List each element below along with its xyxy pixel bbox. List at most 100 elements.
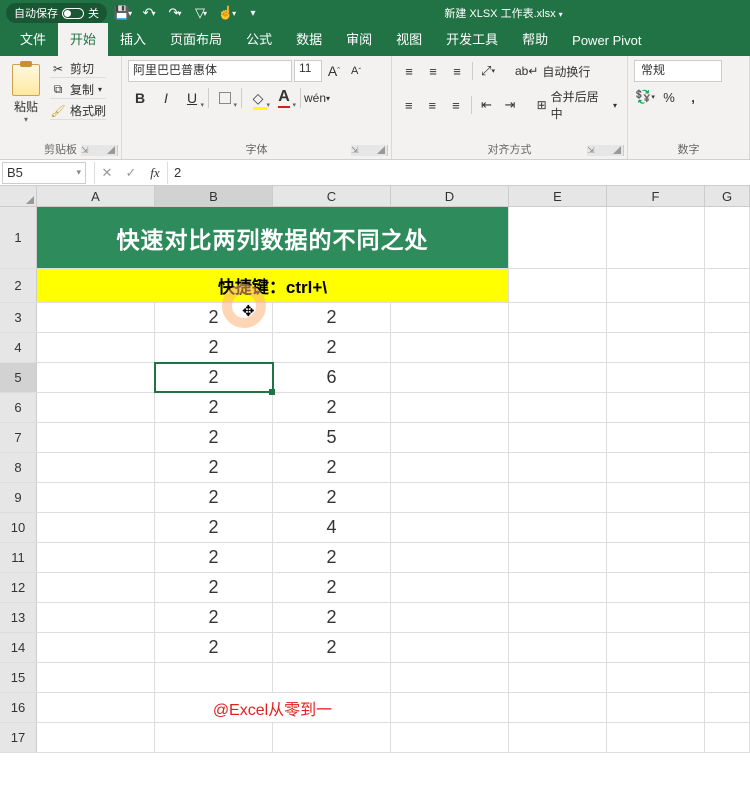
cell[interactable] bbox=[509, 423, 607, 452]
tab-home[interactable]: 开始 bbox=[58, 23, 108, 56]
cell[interactable] bbox=[705, 483, 750, 512]
cell[interactable] bbox=[391, 603, 509, 632]
cell[interactable] bbox=[607, 723, 705, 752]
cell[interactable] bbox=[155, 723, 273, 752]
cell[interactable] bbox=[37, 513, 155, 542]
phonetic-button[interactable]: wén▾ bbox=[305, 86, 329, 110]
cell[interactable]: 2 bbox=[155, 513, 273, 542]
cell[interactable] bbox=[607, 693, 705, 722]
tab-review[interactable]: 审阅 bbox=[334, 23, 384, 56]
cell[interactable] bbox=[607, 393, 705, 422]
cell[interactable] bbox=[509, 303, 607, 332]
col-header-a[interactable]: A bbox=[37, 186, 155, 206]
cell[interactable] bbox=[705, 573, 750, 602]
row-header[interactable]: 16 bbox=[0, 693, 37, 722]
cell[interactable] bbox=[509, 483, 607, 512]
cell[interactable] bbox=[391, 363, 509, 392]
cell[interactable] bbox=[37, 453, 155, 482]
cell[interactable] bbox=[705, 303, 750, 332]
cell[interactable]: 2 bbox=[155, 333, 273, 362]
cell[interactable] bbox=[37, 573, 155, 602]
redo-icon[interactable]: ↷▾ bbox=[165, 3, 185, 23]
cell[interactable] bbox=[509, 633, 607, 662]
banner-shortcut-cell[interactable]: 快捷键：ctrl+\ bbox=[37, 269, 509, 302]
cell[interactable]: 4 bbox=[273, 513, 391, 542]
tab-insert[interactable]: 插入 bbox=[108, 23, 158, 56]
cell[interactable] bbox=[705, 513, 750, 542]
cell[interactable] bbox=[705, 393, 750, 422]
decrease-font-button[interactable]: Aˇ bbox=[346, 60, 366, 82]
cell[interactable] bbox=[391, 723, 509, 752]
col-header-b[interactable]: B bbox=[155, 186, 273, 206]
cell[interactable] bbox=[607, 603, 705, 632]
tab-view[interactable]: 视图 bbox=[384, 23, 434, 56]
align-right-button[interactable]: ≡ bbox=[445, 94, 467, 116]
cell[interactable] bbox=[705, 423, 750, 452]
cell[interactable]: 2 bbox=[273, 543, 391, 572]
cell[interactable] bbox=[37, 723, 155, 752]
row-header[interactable]: 9 bbox=[0, 483, 37, 512]
row-header[interactable]: 1 bbox=[0, 207, 37, 268]
cell[interactable] bbox=[705, 723, 750, 752]
tab-developer[interactable]: 开发工具 bbox=[434, 23, 510, 56]
row-header[interactable]: 7 bbox=[0, 423, 37, 452]
bold-button[interactable]: B bbox=[128, 86, 152, 110]
percent-button[interactable]: % bbox=[658, 86, 680, 108]
align-middle-button[interactable]: ≡ bbox=[422, 60, 444, 82]
cell[interactable] bbox=[391, 663, 509, 692]
cell[interactable] bbox=[607, 543, 705, 572]
cell[interactable]: 5 bbox=[273, 423, 391, 452]
cell[interactable] bbox=[509, 393, 607, 422]
decrease-indent-button[interactable]: ⇤ bbox=[476, 94, 498, 116]
autosave-toggle[interactable]: 自动保存 关 bbox=[6, 3, 107, 23]
wrap-text-button[interactable]: ab↵自动换行 bbox=[511, 61, 594, 82]
fx-button[interactable]: fx bbox=[143, 162, 167, 184]
accounting-button[interactable]: 💱▾ bbox=[634, 86, 656, 108]
font-launcher-icon[interactable]: ⇲ bbox=[351, 145, 388, 156]
cell[interactable]: 2 bbox=[155, 453, 273, 482]
align-center-button[interactable]: ≡ bbox=[422, 94, 444, 116]
font-name-select[interactable]: 阿里巴巴普惠体 bbox=[128, 60, 292, 82]
row-header[interactable]: 6 bbox=[0, 393, 37, 422]
number-format-select[interactable]: 常规 bbox=[634, 60, 722, 82]
col-header-f[interactable]: F bbox=[607, 186, 705, 206]
qat-overflow-icon[interactable]: ▾ bbox=[243, 3, 263, 23]
alignment-launcher-icon[interactable]: ⇲ bbox=[587, 145, 624, 156]
row-header[interactable]: 12 bbox=[0, 573, 37, 602]
cell[interactable]: 2 bbox=[155, 633, 273, 662]
filter-icon[interactable]: ▽▾ bbox=[191, 3, 211, 23]
format-painter-button[interactable]: 🖌格式刷 bbox=[50, 102, 106, 120]
cell[interactable] bbox=[607, 483, 705, 512]
row-header[interactable]: 2 bbox=[0, 269, 37, 302]
row-header[interactable]: 11 bbox=[0, 543, 37, 572]
banner-title-cell[interactable]: 快速对比两列数据的不同之处 bbox=[37, 207, 509, 268]
col-header-g[interactable]: G bbox=[705, 186, 750, 206]
cell-selected[interactable]: 2 bbox=[155, 363, 273, 392]
cell[interactable] bbox=[37, 543, 155, 572]
font-size-select[interactable]: 11 bbox=[294, 60, 322, 82]
cell[interactable]: 2 bbox=[273, 573, 391, 602]
row-header[interactable]: 3 bbox=[0, 303, 37, 332]
cell[interactable] bbox=[509, 573, 607, 602]
cell[interactable]: 2 bbox=[273, 633, 391, 662]
cell[interactable] bbox=[391, 573, 509, 602]
cell[interactable] bbox=[509, 207, 607, 268]
cell[interactable] bbox=[705, 207, 750, 268]
cell[interactable] bbox=[37, 333, 155, 362]
paste-button[interactable]: 粘贴 bbox=[14, 98, 38, 115]
cell[interactable]: 2 bbox=[273, 393, 391, 422]
save-icon[interactable]: 💾▾ bbox=[113, 3, 133, 23]
cell[interactable] bbox=[509, 513, 607, 542]
cell[interactable] bbox=[391, 693, 509, 722]
cell[interactable] bbox=[509, 453, 607, 482]
tab-formulas[interactable]: 公式 bbox=[234, 23, 284, 56]
row-header[interactable]: 5 bbox=[0, 363, 37, 392]
cell[interactable] bbox=[705, 693, 750, 722]
cell[interactable] bbox=[607, 573, 705, 602]
cell[interactable] bbox=[155, 663, 273, 692]
cut-button[interactable]: ✂剪切 bbox=[50, 60, 106, 78]
cell[interactable] bbox=[607, 453, 705, 482]
cell[interactable] bbox=[391, 483, 509, 512]
cell[interactable] bbox=[37, 423, 155, 452]
cell[interactable] bbox=[509, 603, 607, 632]
